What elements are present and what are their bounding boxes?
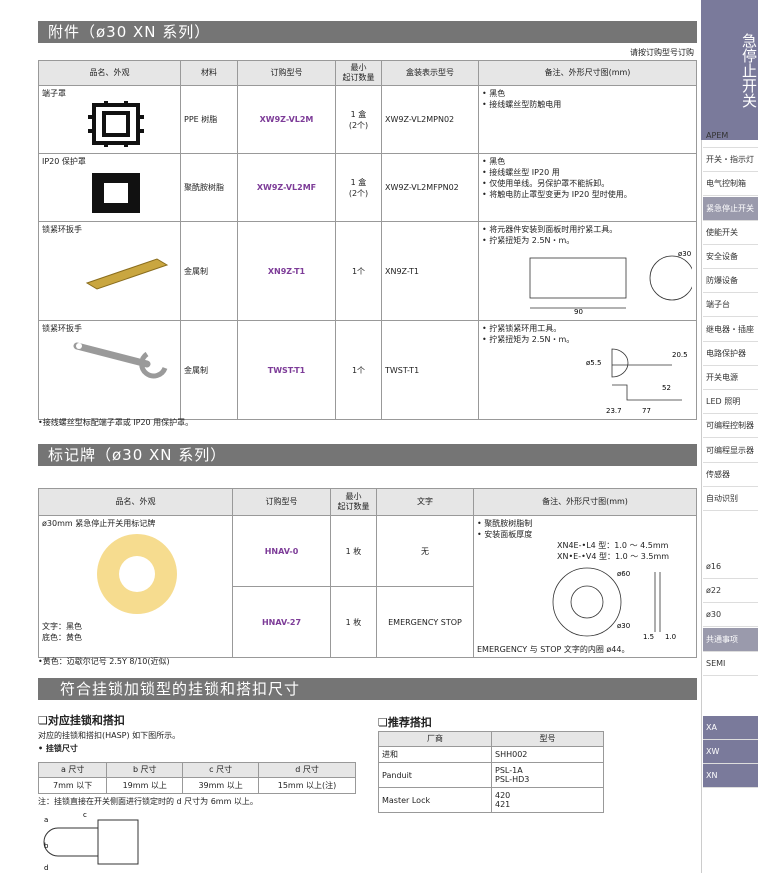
ip20-cover-image — [92, 173, 140, 213]
product-cell: 锁紧环扳手 — [38, 320, 181, 420]
sidebar-title: 急停止开关 — [701, 0, 758, 140]
sidebar-item[interactable]: 共通事项 — [703, 627, 758, 652]
dim-label: 90 — [574, 308, 583, 316]
col-header: 品名、外观 — [38, 60, 181, 86]
svg-text:ø30: ø30 — [617, 622, 630, 630]
remarks: 拧紧锁紧环用工具。拧紧扭矩为 2.5N・m。 ø5.5 20.5 52 23.7… — [478, 320, 697, 420]
svg-text:b: b — [44, 842, 49, 850]
svg-text:d: d — [44, 864, 48, 872]
section-title-accessories: 附件（ø30 XN 系列） — [38, 21, 697, 43]
order-note: 请按订购型号订购 — [630, 48, 694, 57]
box-model: XN9Z-T1 — [381, 221, 479, 321]
sidebar-item[interactable]: SEMI — [703, 652, 758, 676]
wrench-dimension-drawing: 90 ø30 — [529, 250, 695, 316]
col-header: 材料 — [180, 60, 238, 86]
col-header: 备注、外形尺寸图(mm) — [478, 60, 697, 86]
material: 金属制 — [180, 221, 238, 321]
svg-text:c: c — [83, 811, 87, 819]
product-cell: ø30mm 紧急停止开关用标记牌 文字：黑色 底色：黄色 — [38, 515, 233, 658]
box-model: XW9Z-VL2MPN02 — [381, 85, 479, 154]
col-header: 最小 起订数量 — [335, 60, 382, 86]
svg-text:52: 52 — [662, 384, 671, 392]
sidebar-item[interactable]: 继电器・插座 — [703, 318, 758, 342]
sidebar-item[interactable]: ø30 — [703, 603, 758, 628]
hasp-table: 厂商 型号 进和 SHH002 Panduit PSL-1A PSL-HD3 Mast… — [378, 731, 604, 813]
model-link[interactable]: XN9Z-T1 — [237, 221, 336, 321]
svg-text:ø5.5: ø5.5 — [586, 359, 601, 367]
terminal-cover-image — [88, 101, 144, 147]
table-row: 锁紧环扳手 金属制 TWST-T1 1个 TWST-T1 拧紧锁紧环用工具。拧紧… — [38, 320, 697, 420]
col-header: 盒装表示型号 — [381, 60, 479, 86]
sidebar-item[interactable]: 自动识别 — [703, 487, 758, 511]
qty: 1个 — [335, 221, 382, 321]
section-title-padlock: 符合挂锁加锁型的挂锁和搭扣尺寸 — [38, 678, 697, 700]
sidebar-item[interactable]: ø16 — [703, 555, 758, 579]
sidebar-item[interactable]: 电气控制箱 — [703, 172, 758, 197]
sidebar-item[interactable]: 防爆设备 — [703, 269, 758, 294]
sidebar-item[interactable]: 开关・指示灯 — [703, 148, 758, 173]
dim-label: ø30 — [678, 250, 691, 258]
footnote: •黄色：迈歇尔记号 2.5Y 8/10(近似) — [38, 657, 170, 666]
sidebar-item[interactable]: 可编程控制器 — [703, 414, 758, 439]
lock-size-table: a 尺寸 b 尺寸 c 尺寸 d 尺寸 7mm 以下 19mm 以上 39mm 以上 15m… — [37, 762, 356, 794]
section-title-nameplate: 标记牌（ø30 XN 系列） — [38, 444, 697, 466]
box-model: XW9Z-VL2MFPN02 — [381, 153, 479, 222]
sidebar-item[interactable]: 可编程显示器 — [703, 439, 758, 463]
footnote: •接线螺丝型标配端子罩或 IP20 用保护罩。 — [38, 418, 194, 427]
svg-text:23.7: 23.7 — [606, 407, 622, 415]
wrench-dimension-drawing: ø5.5 20.5 52 23.7 77 — [586, 348, 688, 415]
padlock-diagram: a c b d — [43, 811, 139, 872]
table-row: ø30mm 紧急停止开关用标记牌 文字：黑色 底色：黄色 HNAV-0 1 枚 无… — [38, 515, 697, 658]
col-header: 订购型号 — [237, 60, 336, 86]
wrench-image — [73, 342, 168, 379]
product-cell: 端子罩 — [38, 85, 181, 154]
remarks: 聚酰胺树脂制安装面板厚度 XN4E-•L4 型：1.0 ～ 4.5mmXN•E-… — [473, 515, 697, 658]
qty: 1 盒 (2个) — [335, 153, 382, 222]
sidebar-item[interactable]: 端子台 — [703, 293, 758, 318]
qty: 1 盒 (2个) — [335, 85, 382, 154]
model-link[interactable]: XW9Z-VL2M — [237, 85, 336, 154]
nameplate-dimension-drawing: ø60 ø30 1.5 1.0 — [552, 567, 676, 641]
svg-text:a: a — [44, 816, 48, 824]
model-link[interactable]: HNAV-0 — [232, 515, 331, 587]
remarks: 黑色接线螺丝型防触电用 — [478, 85, 697, 154]
box-model: TWST-T1 — [381, 320, 479, 420]
sidebar-item[interactable]: LED 照明 — [703, 390, 758, 415]
table-row: IP20 保护罩 聚酰胺树脂 XW9Z-VL2MF 1 盒 (2个) XW9Z-… — [38, 153, 697, 222]
material: 聚酰胺树脂 — [180, 153, 238, 222]
svg-text:1.0: 1.0 — [665, 633, 676, 641]
model-link[interactable]: HNAV-27 — [232, 586, 331, 658]
sidebar-item[interactable]: 安全设备 — [703, 245, 758, 269]
sidebar-item[interactable]: 紧急停止开关 — [703, 196, 758, 221]
wrench-image — [85, 258, 169, 290]
table-row: 锁紧环扳手 金属制 XN9Z-T1 1个 XN9Z-T1 将元器件安装到面板时用… — [38, 221, 697, 321]
sidebar-item[interactable]: XA — [703, 716, 758, 740]
sidebar-item[interactable]: XW — [703, 740, 758, 765]
svg-text:1.5: 1.5 — [643, 633, 654, 641]
sidebar-item[interactable]: 开关电源 — [703, 366, 758, 390]
model-link[interactable]: TWST-T1 — [237, 320, 336, 420]
svg-text:77: 77 — [642, 407, 651, 415]
remarks: 黑色接线螺丝型 IP20 用仅使用单线。另保护罩不能拆卸。将触电防止罩型变更为 … — [478, 153, 697, 222]
svg-text:ø60: ø60 — [617, 570, 630, 578]
material: 金属制 — [180, 320, 238, 420]
product-cell: IP20 保护罩 — [38, 153, 181, 222]
accessories-table: 品名、外观 材料 订购型号 最小 起订数量 盒装表示型号 备注、外形尺寸图(mm… — [38, 60, 697, 420]
sidebar-item[interactable]: ø22 — [703, 579, 758, 604]
sidebar-item[interactable]: APEM — [703, 124, 758, 148]
nameplate-image — [97, 534, 177, 614]
qty: 1个 — [335, 320, 382, 420]
sidebar-item[interactable]: 传感器 — [703, 463, 758, 487]
sidebar-item[interactable]: XN — [703, 764, 758, 789]
table-row: 端子罩 PPE 树脂 XW9Z-VL2M 1 盒 (2个) XW9Z-VL2MP… — [38, 85, 697, 154]
svg-text:20.5: 20.5 — [672, 351, 688, 359]
sidebar-item[interactable]: 使能开关 — [703, 221, 758, 245]
nameplate-table: 品名、外观 订购型号 最小 起订数量 文字 备注、外形尺寸图(mm) ø30mm… — [38, 488, 697, 658]
model-link[interactable]: XW9Z-VL2MF — [237, 153, 336, 222]
material: PPE 树脂 — [180, 85, 238, 154]
product-cell: 锁紧环扳手 — [38, 221, 181, 321]
remarks: 将元器件安装到面板时用拧紧工具。拧紧扭矩为 2.5N・m。 90 ø30 — [478, 221, 697, 321]
sidebar-item[interactable]: 电路保护器 — [703, 342, 758, 366]
